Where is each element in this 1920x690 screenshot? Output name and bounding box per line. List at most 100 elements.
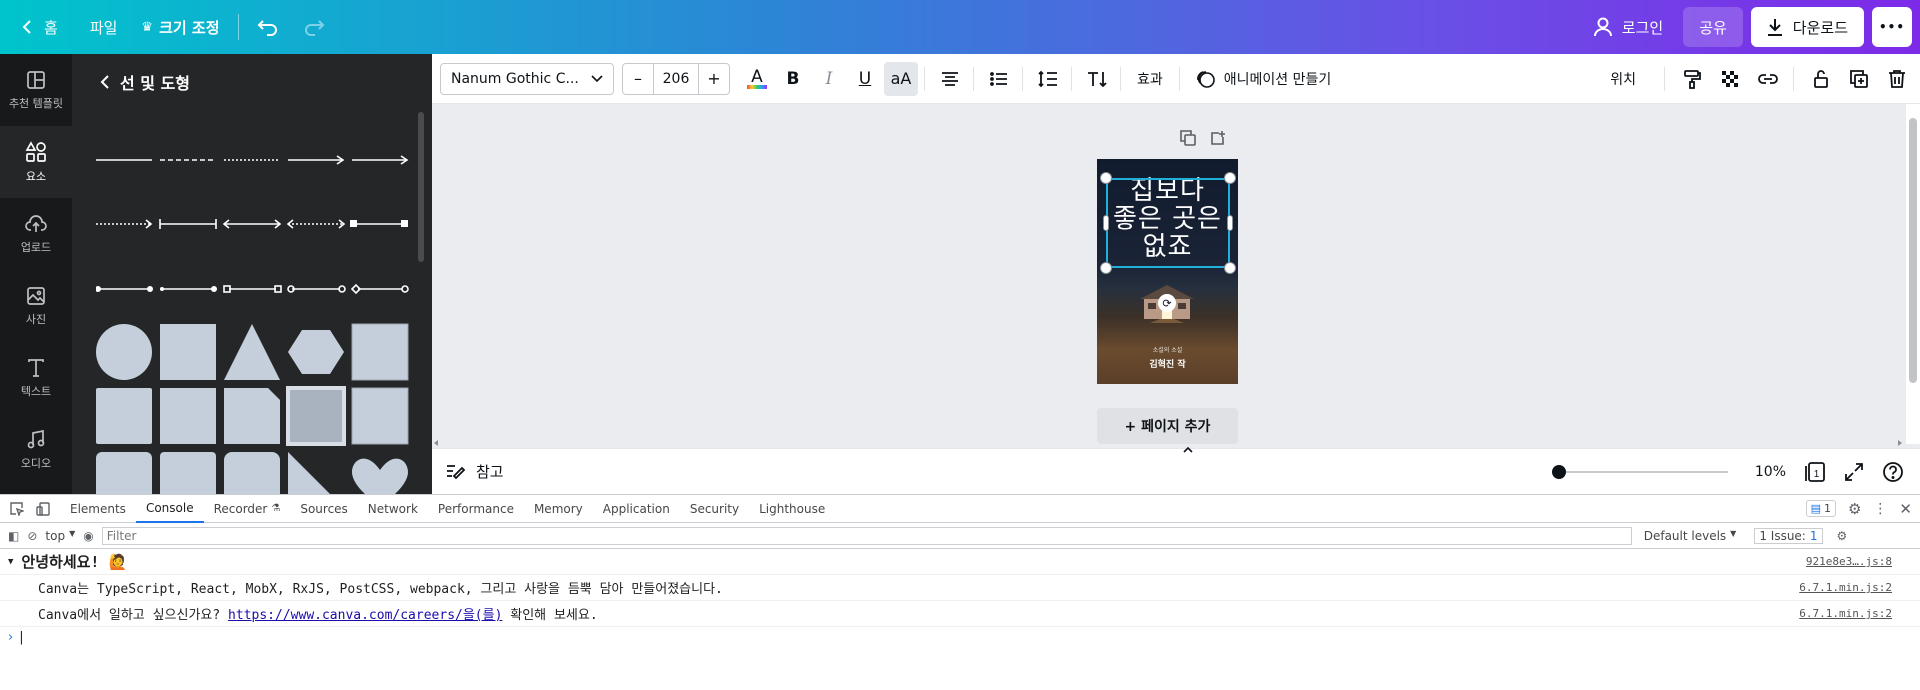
effects-button[interactable]: 효과 xyxy=(1127,69,1173,89)
font-size-input[interactable]: 206 xyxy=(653,63,699,94)
login-button[interactable]: 로그인 xyxy=(1582,7,1675,47)
file-menu[interactable]: 파일 xyxy=(78,7,130,47)
panel-scrollbar[interactable] xyxy=(418,112,424,262)
context-select[interactable]: top ▼ xyxy=(45,529,75,543)
resize-handle-top-right[interactable] xyxy=(1224,172,1236,184)
chevron-up-icon[interactable] xyxy=(1176,444,1200,456)
font-family-select[interactable]: Nanum Gothic C... xyxy=(440,62,614,95)
shape-square-3[interactable] xyxy=(351,387,409,445)
notes-button[interactable]: 참고 xyxy=(432,461,504,482)
shape-rounded-square-4[interactable] xyxy=(224,452,280,494)
panel-back-button[interactable]: 선 및 도형 xyxy=(72,54,432,110)
shape-heart[interactable] xyxy=(352,458,408,494)
line-arrow[interactable] xyxy=(288,155,345,165)
resize-handle-bottom-left[interactable] xyxy=(1100,262,1112,274)
underline-button[interactable]: U xyxy=(848,62,882,96)
shape-folded-corner[interactable] xyxy=(224,388,280,444)
shape-square-2[interactable] xyxy=(160,388,216,444)
zoom-slider[interactable] xyxy=(1552,464,1728,479)
tab-security[interactable]: Security xyxy=(680,495,749,523)
tab-lighthouse[interactable]: Lighthouse xyxy=(749,495,835,523)
kebab-menu-icon[interactable]: ⋮ xyxy=(1873,501,1887,517)
shape-framed-square[interactable] xyxy=(286,386,346,446)
shape-rounded-square-2[interactable] xyxy=(96,452,152,494)
italic-button[interactable]: I xyxy=(812,62,846,96)
zoom-slider-thumb[interactable] xyxy=(1552,464,1566,479)
expand-arrow-icon[interactable]: ▼ xyxy=(8,557,13,567)
duplicate-button[interactable] xyxy=(1842,62,1876,96)
copy-style-button[interactable] xyxy=(1675,62,1709,96)
duplicate-page-icon[interactable] xyxy=(1180,130,1196,146)
tab-network[interactable]: Network xyxy=(358,495,428,523)
scroll-right-icon[interactable] xyxy=(1898,440,1902,446)
tab-sources[interactable]: Sources xyxy=(290,495,357,523)
console-prompt[interactable]: › | xyxy=(0,627,1920,647)
position-button[interactable]: 위치 xyxy=(1600,69,1646,89)
shape-square-bordered[interactable] xyxy=(351,323,409,381)
tab-elements[interactable]: Elements xyxy=(60,495,136,523)
text-color-button[interactable]: A xyxy=(740,62,774,96)
line-circle-dot[interactable] xyxy=(160,286,217,292)
shape-hexagon[interactable] xyxy=(288,330,344,374)
home-button[interactable]: 홈 xyxy=(10,7,70,47)
line-square-outline[interactable] xyxy=(223,285,282,293)
undo-button[interactable] xyxy=(245,7,291,47)
issues-badge[interactable]: 1 Issue: 1 xyxy=(1754,527,1823,544)
help-icon[interactable] xyxy=(1882,461,1904,483)
line-bracket[interactable] xyxy=(159,219,217,229)
font-size-increase[interactable]: + xyxy=(699,69,729,88)
tab-recorder[interactable]: Recorder ⚗ xyxy=(204,495,291,523)
device-toggle-button[interactable] xyxy=(34,495,60,523)
redo-button[interactable] xyxy=(291,7,337,47)
shape-rounded-square[interactable] xyxy=(96,388,152,444)
close-icon[interactable]: ✕ xyxy=(1899,500,1912,518)
resize-handle-top-left[interactable] xyxy=(1100,172,1112,184)
shape-square[interactable] xyxy=(160,324,216,380)
sidebar-toggle-icon[interactable]: ◧ xyxy=(8,529,19,543)
line-diamond[interactable] xyxy=(350,283,409,295)
animate-button[interactable]: 애니메이션 만들기 xyxy=(1186,69,1342,89)
scroll-left-icon[interactable] xyxy=(434,440,438,446)
shape-right-triangle[interactable] xyxy=(288,452,344,494)
canvas-horizontal-scrollbar[interactable] xyxy=(432,438,1906,448)
resize-handle-right[interactable] xyxy=(1227,215,1233,231)
console-settings-icon[interactable]: ⚙ xyxy=(1837,529,1848,543)
log-levels-select[interactable]: Default levels ▼ xyxy=(1644,529,1737,543)
shape-circle[interactable] xyxy=(96,324,152,380)
settings-gear-icon[interactable]: ⚙ xyxy=(1848,500,1861,518)
line-dotted-double-arrow[interactable] xyxy=(286,219,346,229)
rail-item-text[interactable]: 텍스트 xyxy=(0,342,72,414)
tab-memory[interactable]: Memory xyxy=(524,495,593,523)
delete-button[interactable] xyxy=(1880,62,1914,96)
align-button[interactable] xyxy=(933,62,967,96)
transparency-button[interactable] xyxy=(1713,62,1747,96)
rail-item-photos[interactable]: 사진 xyxy=(0,270,72,342)
shape-rounded-square-3[interactable] xyxy=(160,452,216,494)
tab-console[interactable]: Console xyxy=(135,495,204,523)
font-size-decrease[interactable]: – xyxy=(623,69,653,88)
download-button[interactable]: 다운로드 xyxy=(1750,7,1864,47)
add-page-icon[interactable] xyxy=(1210,130,1226,146)
line-dotted-arrow[interactable] xyxy=(96,219,153,229)
rail-item-uploads[interactable]: 업로드 xyxy=(0,198,72,270)
console-source-link[interactable]: 6.7.1.min.js:2 xyxy=(1799,607,1892,620)
more-button[interactable]: ••• xyxy=(1872,7,1912,47)
link-button[interactable] xyxy=(1751,62,1785,96)
shape-triangle[interactable] xyxy=(224,324,280,380)
bold-button[interactable]: B xyxy=(776,62,810,96)
letter-case-button[interactable]: aA xyxy=(884,61,918,96)
page-count-icon[interactable]: 1 xyxy=(1804,461,1826,483)
inspect-button[interactable] xyxy=(0,495,34,523)
tab-application[interactable]: Application xyxy=(593,495,680,523)
line-square-ends[interactable] xyxy=(350,220,408,227)
resize-handle-bottom-right[interactable] xyxy=(1224,262,1236,274)
tab-performance[interactable]: Performance xyxy=(428,495,524,523)
fullscreen-icon[interactable] xyxy=(1844,462,1864,482)
clear-console-icon[interactable]: ⊘ xyxy=(27,529,37,543)
selection-box[interactable] xyxy=(1106,178,1230,268)
line-circle-end[interactable] xyxy=(95,286,153,292)
console-source-link[interactable]: 6.7.1.min.js:2 xyxy=(1799,581,1892,594)
lock-button[interactable] xyxy=(1804,62,1838,96)
resize-handle-left[interactable] xyxy=(1103,215,1109,231)
rail-item-elements[interactable]: 요소 xyxy=(0,126,72,198)
